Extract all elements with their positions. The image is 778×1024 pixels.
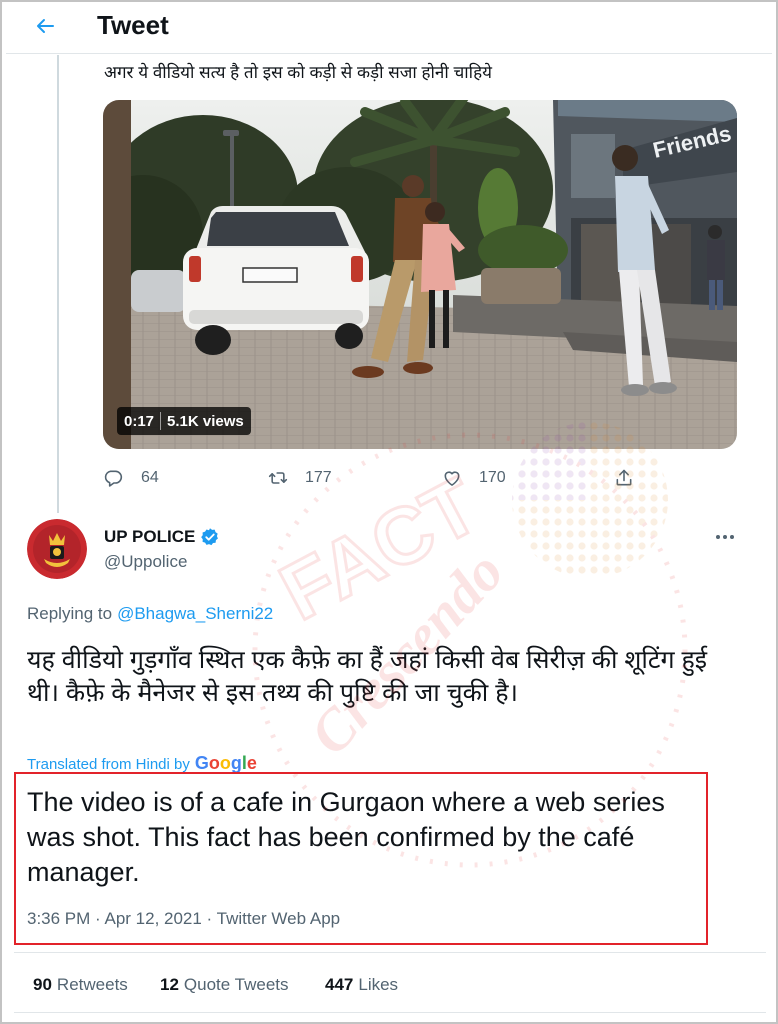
stats-divider-bottom [14,1012,766,1013]
badge-divider [160,412,162,430]
parked-car [131,270,186,312]
stat-label: Likes [358,975,399,994]
reply-button[interactable] [103,468,123,488]
parent-tweet-text: अगर ये वीडियो सत्य है तो इस को कड़ी से क… [104,63,492,82]
verified-badge [200,527,220,547]
google-logo-letter: e [246,753,257,773]
google-logo[interactable]: Google [195,753,257,773]
replying-prefix: Replying to [27,604,113,623]
retweet-count: 177 [305,469,332,486]
tweet-text: यह वीडियो गुड़गाँव स्थित एक कैफ़े का हैं… [27,646,708,707]
video-player[interactable]: Friends 0:17 5.1K views [103,100,737,449]
back-button[interactable] [32,13,58,39]
tweet-timestamp[interactable]: 3:36 PM · Apr 12, 2021 · Twitter Web App [27,908,340,930]
heart-icon [444,471,460,486]
stat-label: Quote Tweets [183,975,289,994]
google-logo-letter: o [219,753,231,773]
author-handle[interactable]: @Uppolice [104,551,187,573]
page-title: Tweet [97,10,169,40]
google-logo-letter: g [230,753,242,773]
more-icon [716,535,734,539]
reply-count: 64 [141,469,159,486]
replying-to-handle-link[interactable]: @Bhagwa_Sherni22 [117,604,273,623]
video-frame: Friends [103,100,737,449]
header-divider [6,53,772,54]
replying-to: Replying to @Bhagwa_Sherni22 [27,603,273,625]
video-duration: 0:17 [124,412,155,430]
pole [103,100,131,449]
retweet-button[interactable] [268,468,288,488]
share-icon [616,469,632,486]
stat-likes[interactable]: 447 Likes [325,974,398,996]
thread-line [57,55,59,513]
reply-icon [104,470,123,487]
video-views: 5.1K views [167,412,244,430]
stat-count: 90 [33,975,52,994]
stat-retweets[interactable]: 90 Retweets [33,974,128,996]
share-button[interactable] [614,468,634,488]
video-badge: 0:17 5.1K views [117,407,251,435]
translated-prefix: Translated from Hindi by [27,756,190,773]
stat-count: 12 [160,975,179,994]
stat-count: 447 [325,975,354,994]
verified-badge-icon [201,528,218,546]
retweet-icon [268,472,288,484]
translation-text: The video is of a cafe in Gurgaon where … [27,787,665,887]
up-police-emblem-icon [27,519,87,579]
avatar[interactable] [27,519,87,579]
like-button[interactable] [442,468,462,488]
stats-divider-top [14,952,766,953]
like-count: 170 [479,469,506,486]
google-logo-letter: G [194,753,209,773]
tweet-page: Tweet अगर ये वीडियो सत्य है तो इस को कड़… [0,0,778,1024]
author-name[interactable]: UP POLICE [104,526,195,548]
stat-quote-tweets[interactable]: 12 Quote Tweets [160,974,289,996]
more-button[interactable] [713,526,737,548]
google-logo-letter: o [208,753,220,773]
arrow-left-icon [37,19,54,33]
stat-label: Retweets [56,975,128,994]
